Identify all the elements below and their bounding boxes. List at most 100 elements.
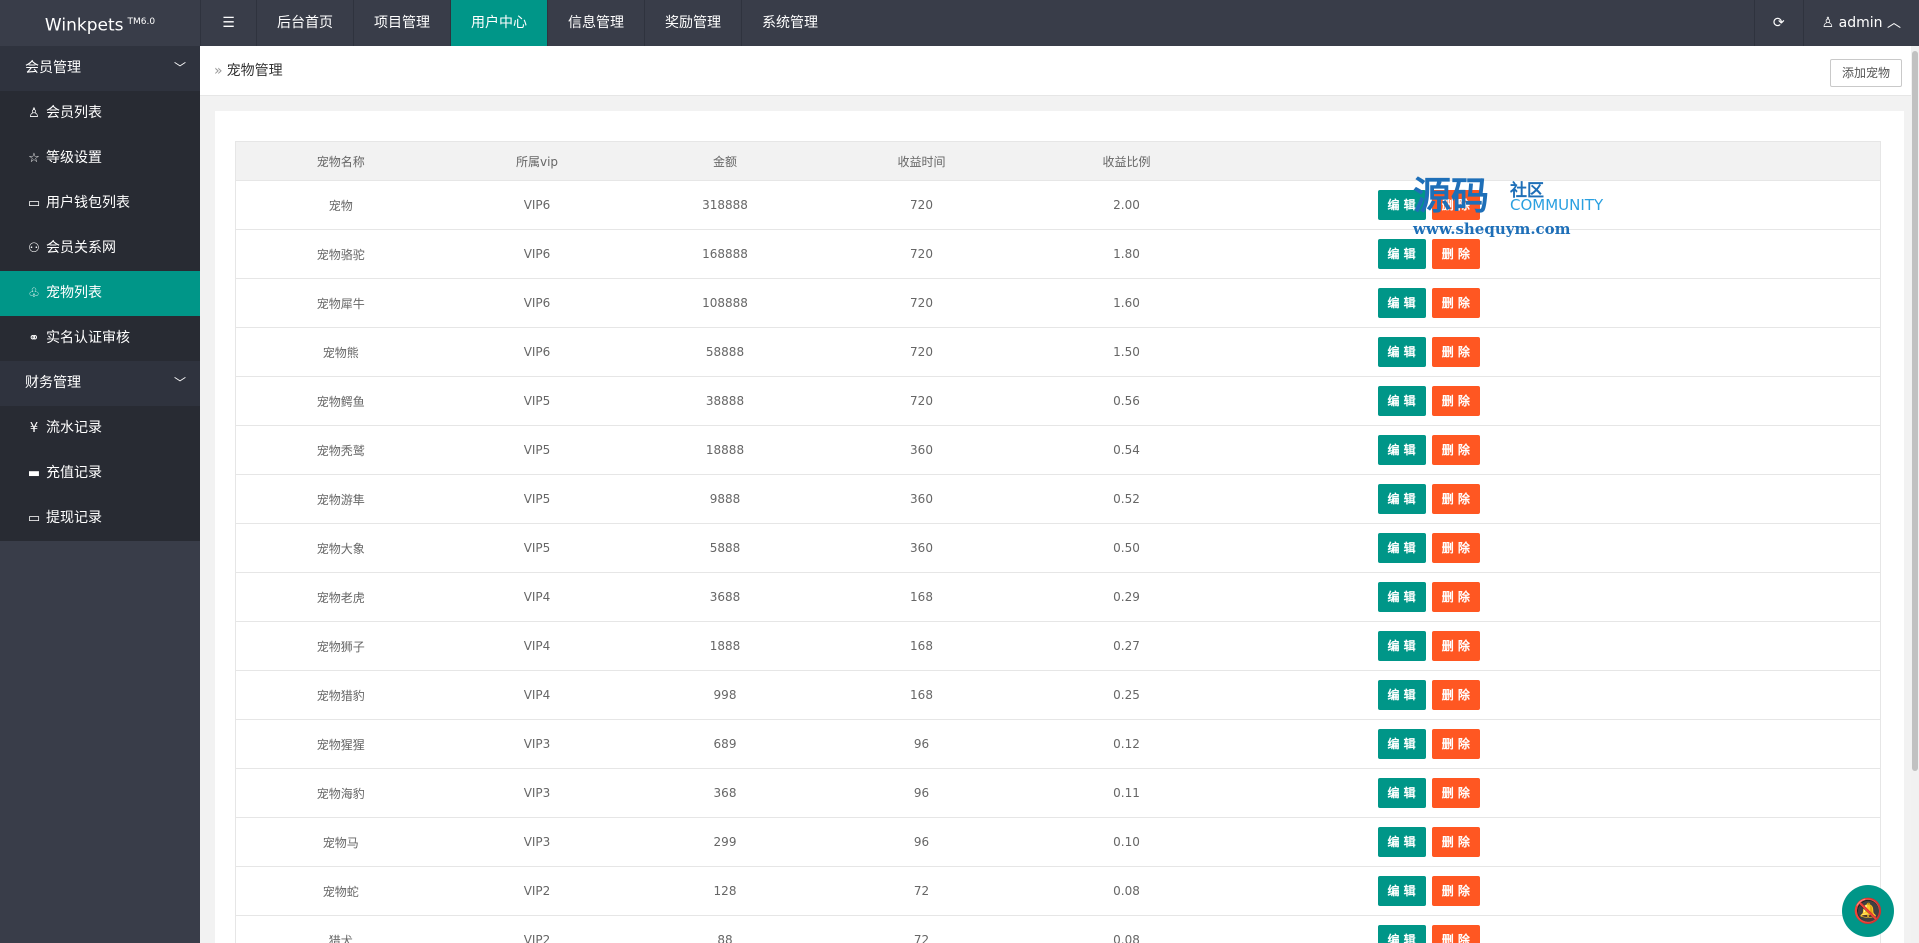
delete-button[interactable]: 删 除 (1431, 827, 1480, 857)
cell-name: 宠物骆驼 (235, 229, 446, 279)
edit-button[interactable]: 编 辑 (1377, 484, 1426, 514)
cell-ratio: 2.00 (1021, 180, 1232, 230)
edit-button[interactable]: 编 辑 (1377, 778, 1426, 808)
nav-system[interactable]: 系统管理 (741, 0, 838, 46)
edit-button[interactable]: 编 辑 (1377, 582, 1426, 612)
sidebar-item-withdraw[interactable]: ▭ 提现记录 (0, 496, 200, 541)
sidebar-item-verification[interactable]: ⚭ 实名认证审核 (0, 316, 200, 361)
card-icon: ▭ (27, 196, 41, 211)
sidebar-item-level-settings[interactable]: ☆ 等级设置 (0, 136, 200, 181)
nav-rewards[interactable]: 奖励管理 (644, 0, 741, 46)
menu-toggle-icon[interactable]: ☰ (200, 0, 256, 46)
delete-button[interactable]: 删 除 (1431, 435, 1480, 465)
add-pet-button[interactable]: 添加宠物 (1829, 59, 1902, 87)
logo[interactable]: Winkpets TM6.0 (0, 0, 200, 46)
cell-name: 宠物猩猩 (235, 719, 446, 769)
sidebar-item-pets[interactable]: ♧ 宠物列表 (0, 271, 200, 316)
pet-icon: ♧ (28, 286, 40, 301)
delete-button[interactable]: 删 除 (1431, 631, 1480, 661)
cell-vip: VIP3 (445, 768, 629, 818)
table-body: 宠物 VIP6 318888 720 2.00 编 辑删 除宠物骆驼 VIP6 168888 7… (235, 180, 1881, 943)
sidebar-item-label: 提现记录 (46, 510, 102, 526)
delete-button[interactable]: 删 除 (1431, 925, 1480, 943)
cell-name: 宠物熊 (235, 327, 446, 377)
vertical-scrollbar[interactable] (1911, 46, 1919, 943)
cell-vip: VIP4 (445, 572, 629, 622)
scrollbar-thumb[interactable] (1912, 51, 1918, 771)
table-row: 宠物蛇 VIP2 128 72 0.08 编 辑删 除 (235, 866, 1881, 916)
chevron-up-icon: ︿ (1887, 15, 1901, 31)
nav-info[interactable]: 信息管理 (547, 0, 644, 46)
edit-button[interactable]: 编 辑 (1377, 337, 1426, 367)
nav-dashboard[interactable]: 后台首页 (256, 0, 353, 46)
logo-version: TM6.0 (127, 17, 156, 27)
sidebar-group-members[interactable]: 会员管理 ﹀ (0, 46, 200, 91)
table-row: 宠物 VIP6 318888 720 2.00 编 辑删 除 (235, 180, 1881, 230)
cell-vip: VIP6 (445, 327, 629, 377)
delete-button[interactable]: 删 除 (1431, 778, 1480, 808)
table-row: 宠物秃鹫 VIP5 18888 360 0.54 编 辑删 除 (235, 425, 1881, 475)
cell-period: 72 (821, 915, 1022, 943)
cell-period: 360 (821, 425, 1022, 475)
cell-period: 168 (821, 572, 1022, 622)
col-ratio: 收益比例 (1021, 141, 1232, 181)
sidebar-group-finance[interactable]: 财务管理 ﹀ (0, 361, 200, 406)
delete-button[interactable]: 删 除 (1431, 484, 1480, 514)
edit-button[interactable]: 编 辑 (1377, 435, 1426, 465)
edit-button[interactable]: 编 辑 (1377, 827, 1426, 857)
cell-actions: 编 辑删 除 (1231, 572, 1881, 622)
cell-ratio: 0.10 (1021, 817, 1232, 867)
delete-button[interactable]: 删 除 (1431, 288, 1480, 318)
edit-button[interactable]: 编 辑 (1377, 631, 1426, 661)
sidebar-item-transactions[interactable]: ¥ 流水记录 (0, 406, 200, 451)
edit-button[interactable]: 编 辑 (1377, 533, 1426, 563)
edit-button[interactable]: 编 辑 (1377, 680, 1426, 710)
cell-ratio: 1.60 (1021, 278, 1232, 328)
yen-icon: ¥ (29, 421, 39, 436)
edit-button[interactable]: 编 辑 (1377, 288, 1426, 318)
cell-period: 96 (821, 768, 1022, 818)
cell-actions: 编 辑删 除 (1231, 376, 1881, 426)
sidebar-item-member-list[interactable]: ♙ 会员列表 (0, 91, 200, 136)
sidebar-item-recharge[interactable]: ▬ 充值记录 (0, 451, 200, 496)
cell-ratio: 0.08 (1021, 866, 1232, 916)
user-menu[interactable]: ♙ admin ︿ (1802, 0, 1919, 46)
table-row: 宠物马 VIP3 299 96 0.10 编 辑删 除 (235, 817, 1881, 867)
col-vip: 所属vip (445, 141, 629, 181)
cell-actions: 编 辑删 除 (1231, 278, 1881, 328)
sidebar-item-wallets[interactable]: ▭ 用户钱包列表 (0, 181, 200, 226)
delete-button[interactable]: 删 除 (1431, 876, 1480, 906)
sidebar-item-label: 宠物列表 (46, 285, 102, 301)
chevron-down-icon: ﹀ (173, 376, 186, 390)
edit-button[interactable]: 编 辑 (1377, 876, 1426, 906)
top-header: Winkpets TM6.0 ☰ 后台首页 项目管理 用户中心 信息管理 奖励管理… (0, 0, 1919, 46)
cell-period: 720 (821, 229, 1022, 279)
sidebar-item-label: 实名认证审核 (46, 330, 130, 346)
cell-name: 宠物鳄鱼 (235, 376, 446, 426)
cell-period: 72 (821, 866, 1022, 916)
cell-period: 360 (821, 523, 1022, 573)
sidebar-item-relations[interactable]: ⚇ 会员关系网 (0, 226, 200, 271)
nav-user-center[interactable]: 用户中心 (450, 0, 547, 46)
watermark-url: www.shequym.com (1413, 220, 1571, 238)
notification-off-icon[interactable]: 🔕 (1842, 885, 1894, 937)
cell-ratio: 1.80 (1021, 229, 1232, 279)
cell-amount: 88 (628, 915, 822, 943)
delete-button[interactable]: 删 除 (1431, 729, 1480, 759)
sidebar-item-label: 流水记录 (46, 420, 102, 436)
delete-button[interactable]: 删 除 (1431, 386, 1480, 416)
edit-button[interactable]: 编 辑 (1377, 386, 1426, 416)
edit-button[interactable]: 编 辑 (1377, 729, 1426, 759)
table-header-row: 宠物名称 所属vip 金额 收益时间 收益比例 (235, 141, 1881, 181)
users-icon: ⚇ (28, 241, 40, 256)
delete-button[interactable]: 删 除 (1431, 680, 1480, 710)
col-amount: 金额 (628, 141, 822, 181)
delete-button[interactable]: 删 除 (1431, 582, 1480, 612)
edit-button[interactable]: 编 辑 (1377, 925, 1426, 943)
nav-projects[interactable]: 项目管理 (353, 0, 450, 46)
delete-button[interactable]: 删 除 (1431, 337, 1480, 367)
cell-amount: 38888 (628, 376, 822, 426)
content-card: 宠物名称 所属vip 金额 收益时间 收益比例 宠物 VIP6 318888 720 2… (215, 111, 1904, 943)
delete-button[interactable]: 删 除 (1431, 533, 1480, 563)
refresh-icon[interactable]: ⟳ (1753, 0, 1803, 46)
